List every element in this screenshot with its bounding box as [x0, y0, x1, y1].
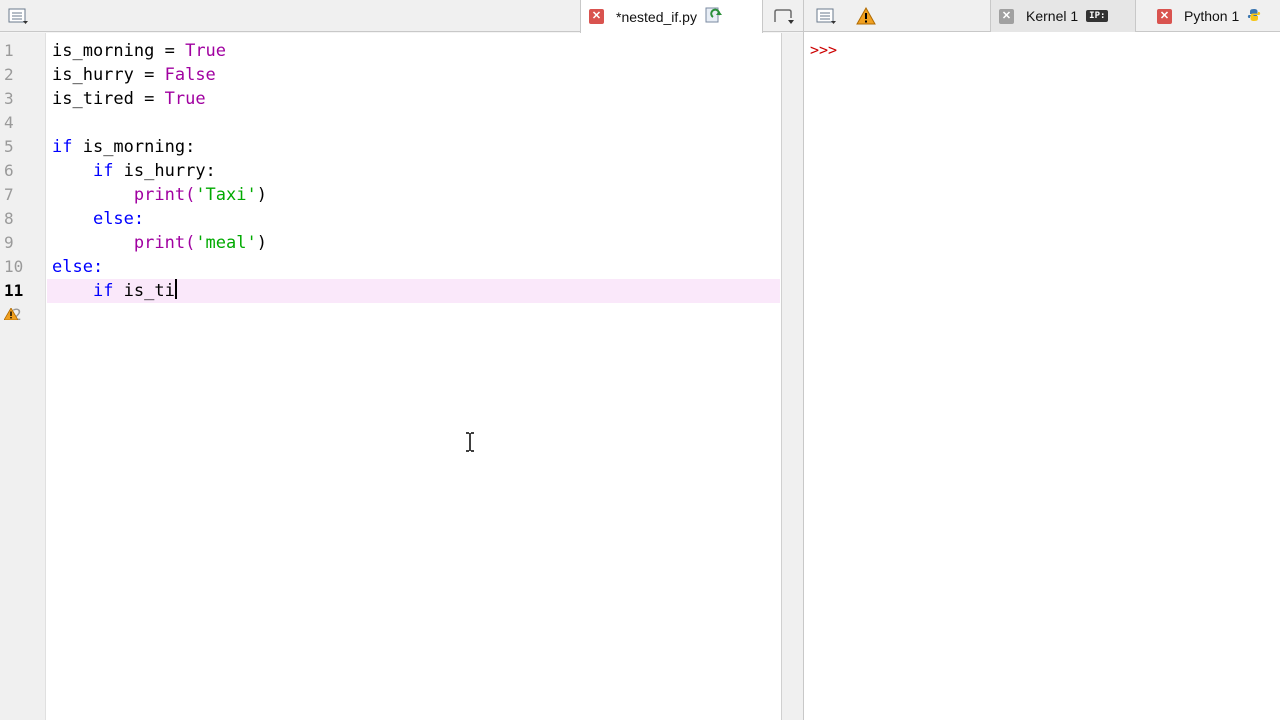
console-output[interactable]: >>>: [804, 33, 1280, 720]
tab-label: Python 1: [1184, 8, 1240, 24]
line-number-current: 11: [4, 281, 24, 300]
editor-options-icon[interactable]: [6, 6, 30, 26]
code-token: is_hurry:: [113, 161, 216, 181]
code-token: if: [92, 281, 114, 301]
line-number: 6: [4, 161, 14, 180]
close-icon[interactable]: ✕: [1157, 8, 1172, 24]
console-pane: ✕ Kernel 1 IP: ✕ Python 1 >>>: [803, 0, 1280, 720]
code-line-6: if is_hurry:: [52, 159, 216, 183]
code-token: =: [154, 41, 186, 61]
code-line-1: is_morning = True: [52, 39, 226, 63]
line-number: 7: [4, 185, 14, 204]
code-token: True: [185, 41, 227, 61]
code-token: is_hurry: [52, 65, 134, 85]
code-line-8: else:: [52, 207, 144, 231]
code-line-2: is_hurry = False: [52, 63, 216, 87]
code-line-3: is_tired = True: [52, 87, 206, 111]
line-number: 2: [4, 65, 14, 84]
warning-icon[interactable]: [4, 308, 18, 320]
line-number-gutter: 1 2 3 4 5 6 7 8 9 10 11 2: [0, 33, 46, 720]
console-tabbar: ✕ Kernel 1 IP: ✕ Python 1: [804, 0, 1280, 32]
editor-tabbar: ✕ *nested_if.py: [0, 0, 803, 33]
code-token: False: [164, 65, 216, 85]
browse-tabs-icon[interactable]: [772, 6, 796, 26]
code-token: if: [52, 137, 73, 157]
code-token: =: [133, 89, 165, 109]
tab-python-1[interactable]: ✕ Python 1: [1149, 0, 1280, 32]
close-icon[interactable]: ✕: [999, 8, 1014, 24]
ibeam-cursor-icon: [466, 432, 474, 452]
code-token: ): [256, 233, 267, 253]
console-prompt: >>>: [810, 41, 838, 59]
tab-kernel-1[interactable]: ✕ Kernel 1 IP:: [990, 0, 1136, 32]
code-token: True: [164, 89, 206, 109]
save-refresh-icon[interactable]: [705, 7, 723, 26]
text-cursor: [174, 279, 177, 299]
code-line-7: print('Taxi'): [52, 183, 267, 207]
line-number: 1: [4, 41, 14, 60]
warning-icon[interactable]: [854, 6, 878, 26]
close-icon[interactable]: ✕: [589, 9, 604, 24]
line-number: 5: [4, 137, 14, 156]
code-token: is_morning: [52, 41, 155, 61]
code-token: is_morning:: [72, 137, 196, 157]
code-token: if: [92, 161, 114, 181]
code-token: else:: [52, 257, 104, 277]
code-line-10: else:: [52, 255, 103, 279]
code-line-9: print('meal'): [52, 231, 267, 255]
console-options-icon[interactable]: [814, 6, 838, 26]
code-line-5: if is_morning:: [52, 135, 195, 159]
ipython-badge: IP:: [1086, 10, 1109, 22]
editor-pane: ✕ *nested_if.py 1 2 3 4 5 6 7 8 9 10 11 …: [0, 0, 803, 720]
tab-label: Kernel 1: [1026, 8, 1079, 24]
line-number: 3: [4, 89, 14, 108]
tab-nested-if[interactable]: ✕ *nested_if.py: [580, 0, 763, 33]
code-token: 'Taxi': [195, 185, 257, 205]
code-token: else:: [92, 209, 145, 229]
code-token: ): [256, 185, 267, 205]
code-token: 'meal': [195, 233, 257, 253]
line-number: 10: [4, 257, 24, 276]
code-line-11: if is_ti: [52, 279, 177, 303]
line-number: 8: [4, 209, 14, 228]
python-logo-icon: [1247, 8, 1261, 25]
code-token: print(: [133, 185, 196, 205]
code-token: print(: [133, 233, 196, 253]
ide-window: ✕ *nested_if.py 1 2 3 4 5 6 7 8 9 10 11 …: [0, 0, 1280, 720]
tab-label: *nested_if.py: [616, 8, 697, 25]
editor-scrollbar[interactable]: [782, 33, 803, 720]
line-number: 9: [4, 233, 14, 252]
code-token: =: [133, 65, 165, 85]
code-token: is_tired: [52, 89, 134, 109]
line-number: 2: [12, 305, 22, 324]
code-token: is_ti: [113, 281, 175, 301]
line-number: 4: [4, 113, 14, 132]
code-editor[interactable]: 1 2 3 4 5 6 7 8 9 10 11 2 is_morning = T…: [0, 33, 782, 720]
